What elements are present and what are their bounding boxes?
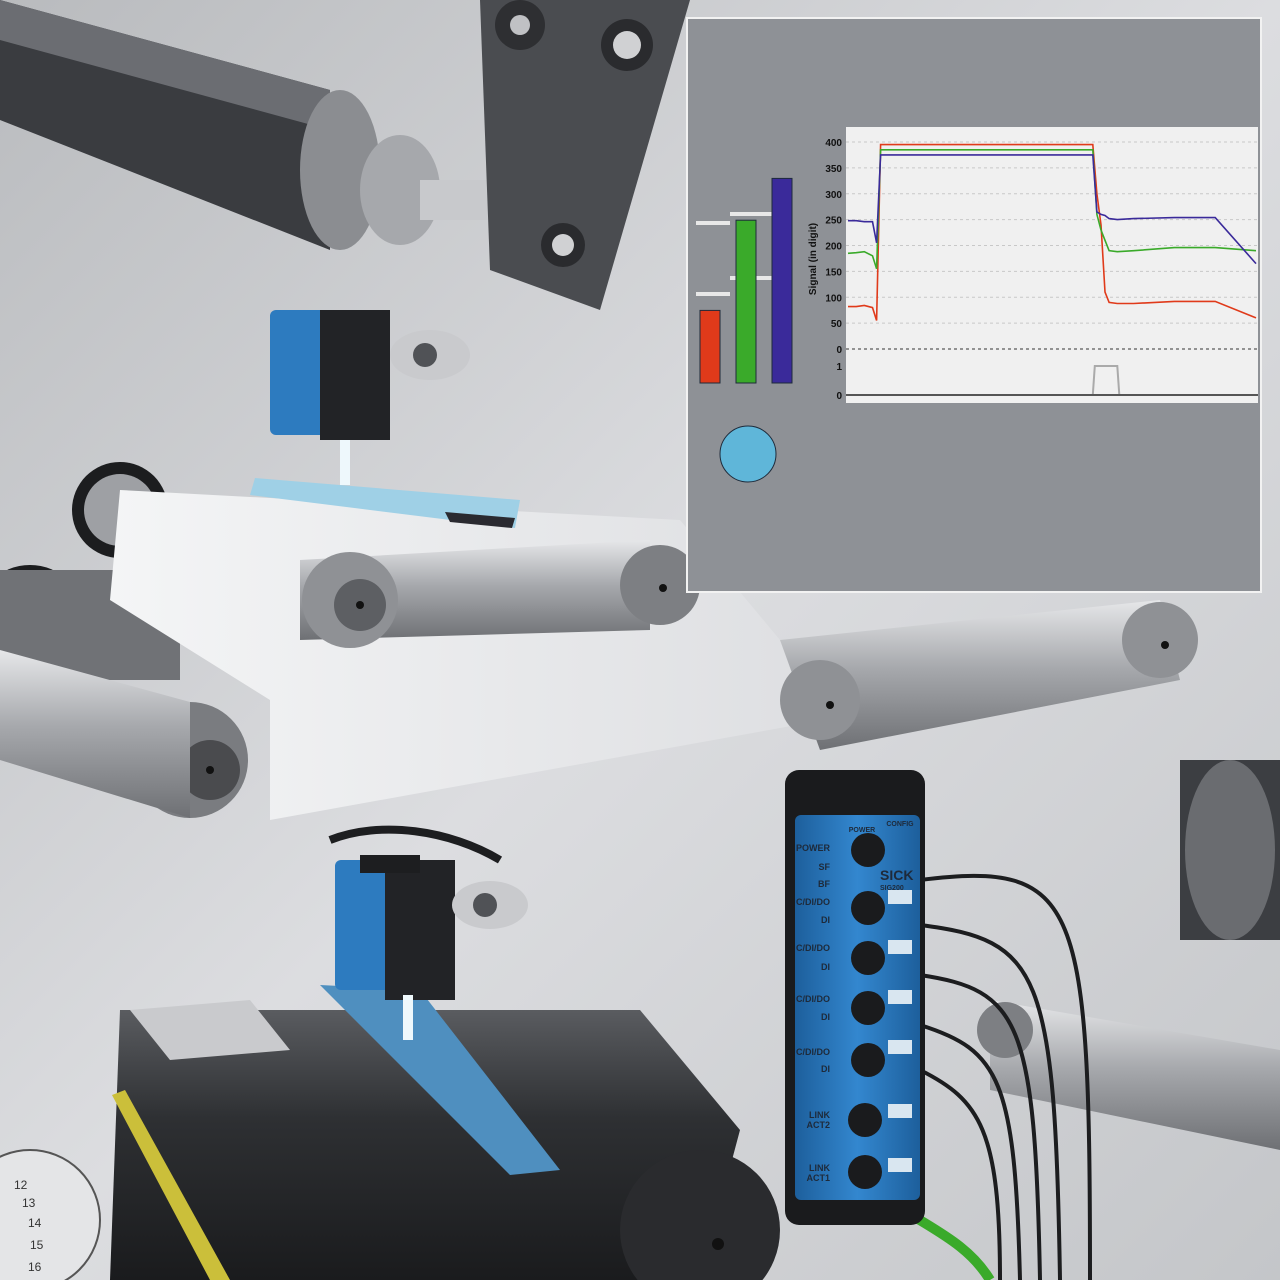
hub-label-sf: SF	[818, 862, 830, 872]
hub-model: SIG200	[880, 885, 904, 892]
y-tick-label: 150	[825, 267, 842, 278]
hub-label-port1: C/DI/DO	[795, 897, 830, 907]
dial-number: 16	[28, 1260, 42, 1274]
y-tick-label: 100	[825, 293, 842, 304]
y-tick-label: 300	[825, 190, 842, 201]
dial-number: 14	[28, 1216, 42, 1230]
y-tick-label: 250	[825, 216, 842, 227]
hub-label-port3: C/DI/DO	[795, 994, 830, 1004]
hub-brand: SICK	[880, 867, 914, 883]
hub-label-link-act1: LINK ACT1	[806, 1163, 830, 1183]
bar-threshold-line	[730, 212, 772, 216]
y-axis-label: Signal (in digit)	[808, 223, 819, 295]
y-tick-label: 350	[825, 164, 842, 175]
y-tick-label: 0	[836, 345, 842, 356]
hub-label-port3-di: DI	[821, 1012, 830, 1022]
bar-threshold-line	[696, 292, 730, 296]
dial-number: 12	[14, 1178, 28, 1192]
hub-label-port4: C/DI/DO	[795, 1047, 830, 1057]
hub-label-port2-di: DI	[821, 962, 830, 972]
hub-label-link-act2: LINK ACT2	[806, 1110, 830, 1130]
channel-bars	[699, 177, 793, 384]
signal-panel-graphics: 400 350 300 250 200 150 100 50 0 1 0 Signal (in di…	[696, 127, 1258, 483]
hub-label-power: POWER	[795, 843, 830, 853]
channel-bar	[699, 309, 721, 384]
dial-number: 13	[22, 1196, 36, 1210]
plot-background	[846, 127, 1258, 403]
channel-bar	[735, 219, 757, 384]
y-tick-label: 200	[825, 242, 842, 253]
digital-tick-label: 0	[836, 391, 842, 402]
digital-tick-label: 1	[836, 362, 842, 373]
dial-number: 15	[30, 1238, 44, 1252]
y-tick-labels: 400 350 300 250 200 150 100 50 0 1 0	[825, 138, 842, 402]
hub-header-config: CONFIG	[886, 821, 914, 828]
y-tick-label: 50	[831, 319, 843, 330]
hub-label-port1-di: DI	[821, 915, 830, 925]
hub-label-bf: BF	[818, 879, 830, 889]
signal-monitor-panel: 400 350 300 250 200 150 100 50 0 1 0 Signal (in di…	[686, 17, 1262, 593]
y-tick-label: 400	[825, 138, 842, 149]
channel-bar	[771, 177, 793, 384]
hub-label-port2: C/DI/DO	[795, 943, 830, 953]
hub-label-port4-di: DI	[821, 1064, 830, 1074]
bar-threshold-line	[696, 221, 730, 225]
led-indicator-icon	[719, 425, 777, 483]
hub-header-power: POWER	[848, 827, 876, 834]
